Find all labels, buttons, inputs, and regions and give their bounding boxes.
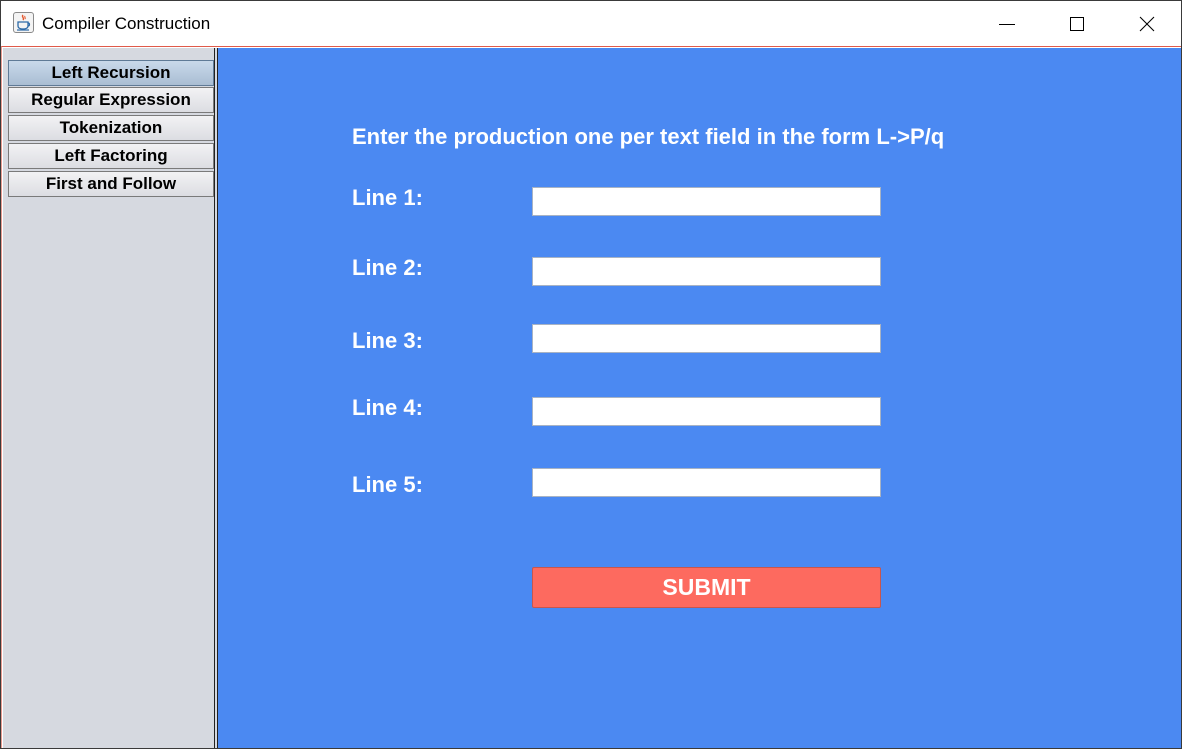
line-4-input[interactable]	[532, 397, 881, 426]
content-area: Left Recursion Regular Expression Tokeni…	[1, 46, 1181, 748]
line-2-input[interactable]	[532, 257, 881, 286]
close-icon	[1139, 16, 1155, 31]
line-1-label: Line 1:	[352, 185, 423, 210]
title-bar[interactable]: Compiler Construction	[1, 1, 1181, 46]
minimize-button[interactable]	[972, 1, 1042, 46]
line-5-label: Line 5:	[352, 472, 423, 497]
window-title: Compiler Construction	[42, 14, 211, 33]
sidebar-item-left-factoring[interactable]: Left Factoring	[8, 143, 214, 169]
line-3-label: Line 3:	[352, 328, 423, 353]
sidebar-item-regular-expression[interactable]: Regular Expression	[8, 87, 214, 113]
minimize-icon	[999, 23, 1015, 25]
line-1-input[interactable]	[532, 187, 881, 216]
sidebar-item-first-and-follow[interactable]: First and Follow	[8, 171, 214, 197]
instruction-text: Enter the production one per text field …	[352, 124, 945, 149]
line-4-label: Line 4:	[352, 395, 423, 420]
left-recursion-panel: Enter the production one per text field …	[218, 48, 1181, 748]
maximize-button[interactable]	[1042, 1, 1112, 46]
close-button[interactable]	[1112, 1, 1181, 46]
maximize-icon	[1070, 16, 1084, 31]
sidebar: Left Recursion Regular Expression Tokeni…	[3, 48, 214, 748]
app-window: Compiler Construction Left Recursion Reg…	[0, 0, 1182, 749]
java-coffee-cup-icon[interactable]	[13, 12, 34, 33]
line-5-input[interactable]	[532, 468, 881, 497]
submit-button[interactable]: SUBMIT	[532, 567, 881, 608]
sidebar-item-left-recursion[interactable]: Left Recursion	[8, 60, 214, 86]
line-2-label: Line 2:	[352, 255, 423, 280]
sidebar-item-tokenization[interactable]: Tokenization	[8, 115, 214, 141]
line-3-input[interactable]	[532, 324, 881, 353]
